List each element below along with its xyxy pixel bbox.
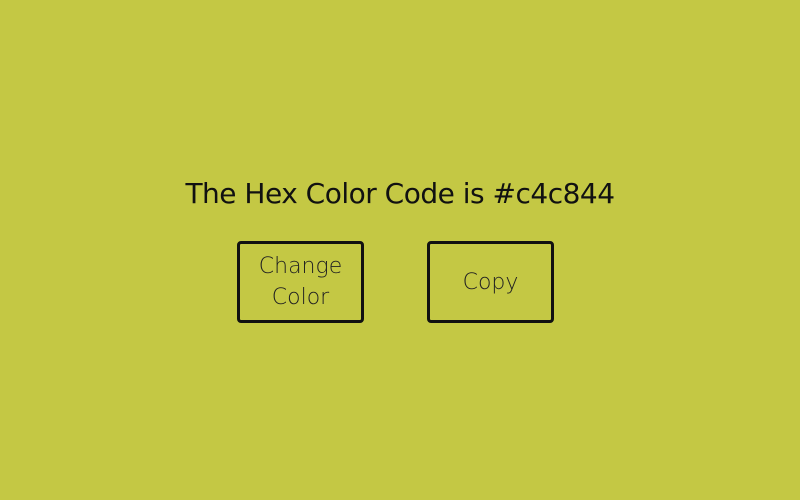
hex-code-heading: The Hex Color Code is #c4c844 <box>0 174 800 214</box>
hex-code-value: #c4c844 <box>492 177 616 210</box>
change-color-button[interactable]: Change Color <box>237 241 364 323</box>
copy-label: Copy <box>462 269 519 295</box>
hex-code-prefix: The Hex Color Code is <box>185 177 493 210</box>
change-color-label: Change Color <box>258 254 343 310</box>
color-generator-app: The Hex Color Code is #c4c844 Change Col… <box>0 0 800 500</box>
copy-button[interactable]: Copy <box>427 241 554 323</box>
